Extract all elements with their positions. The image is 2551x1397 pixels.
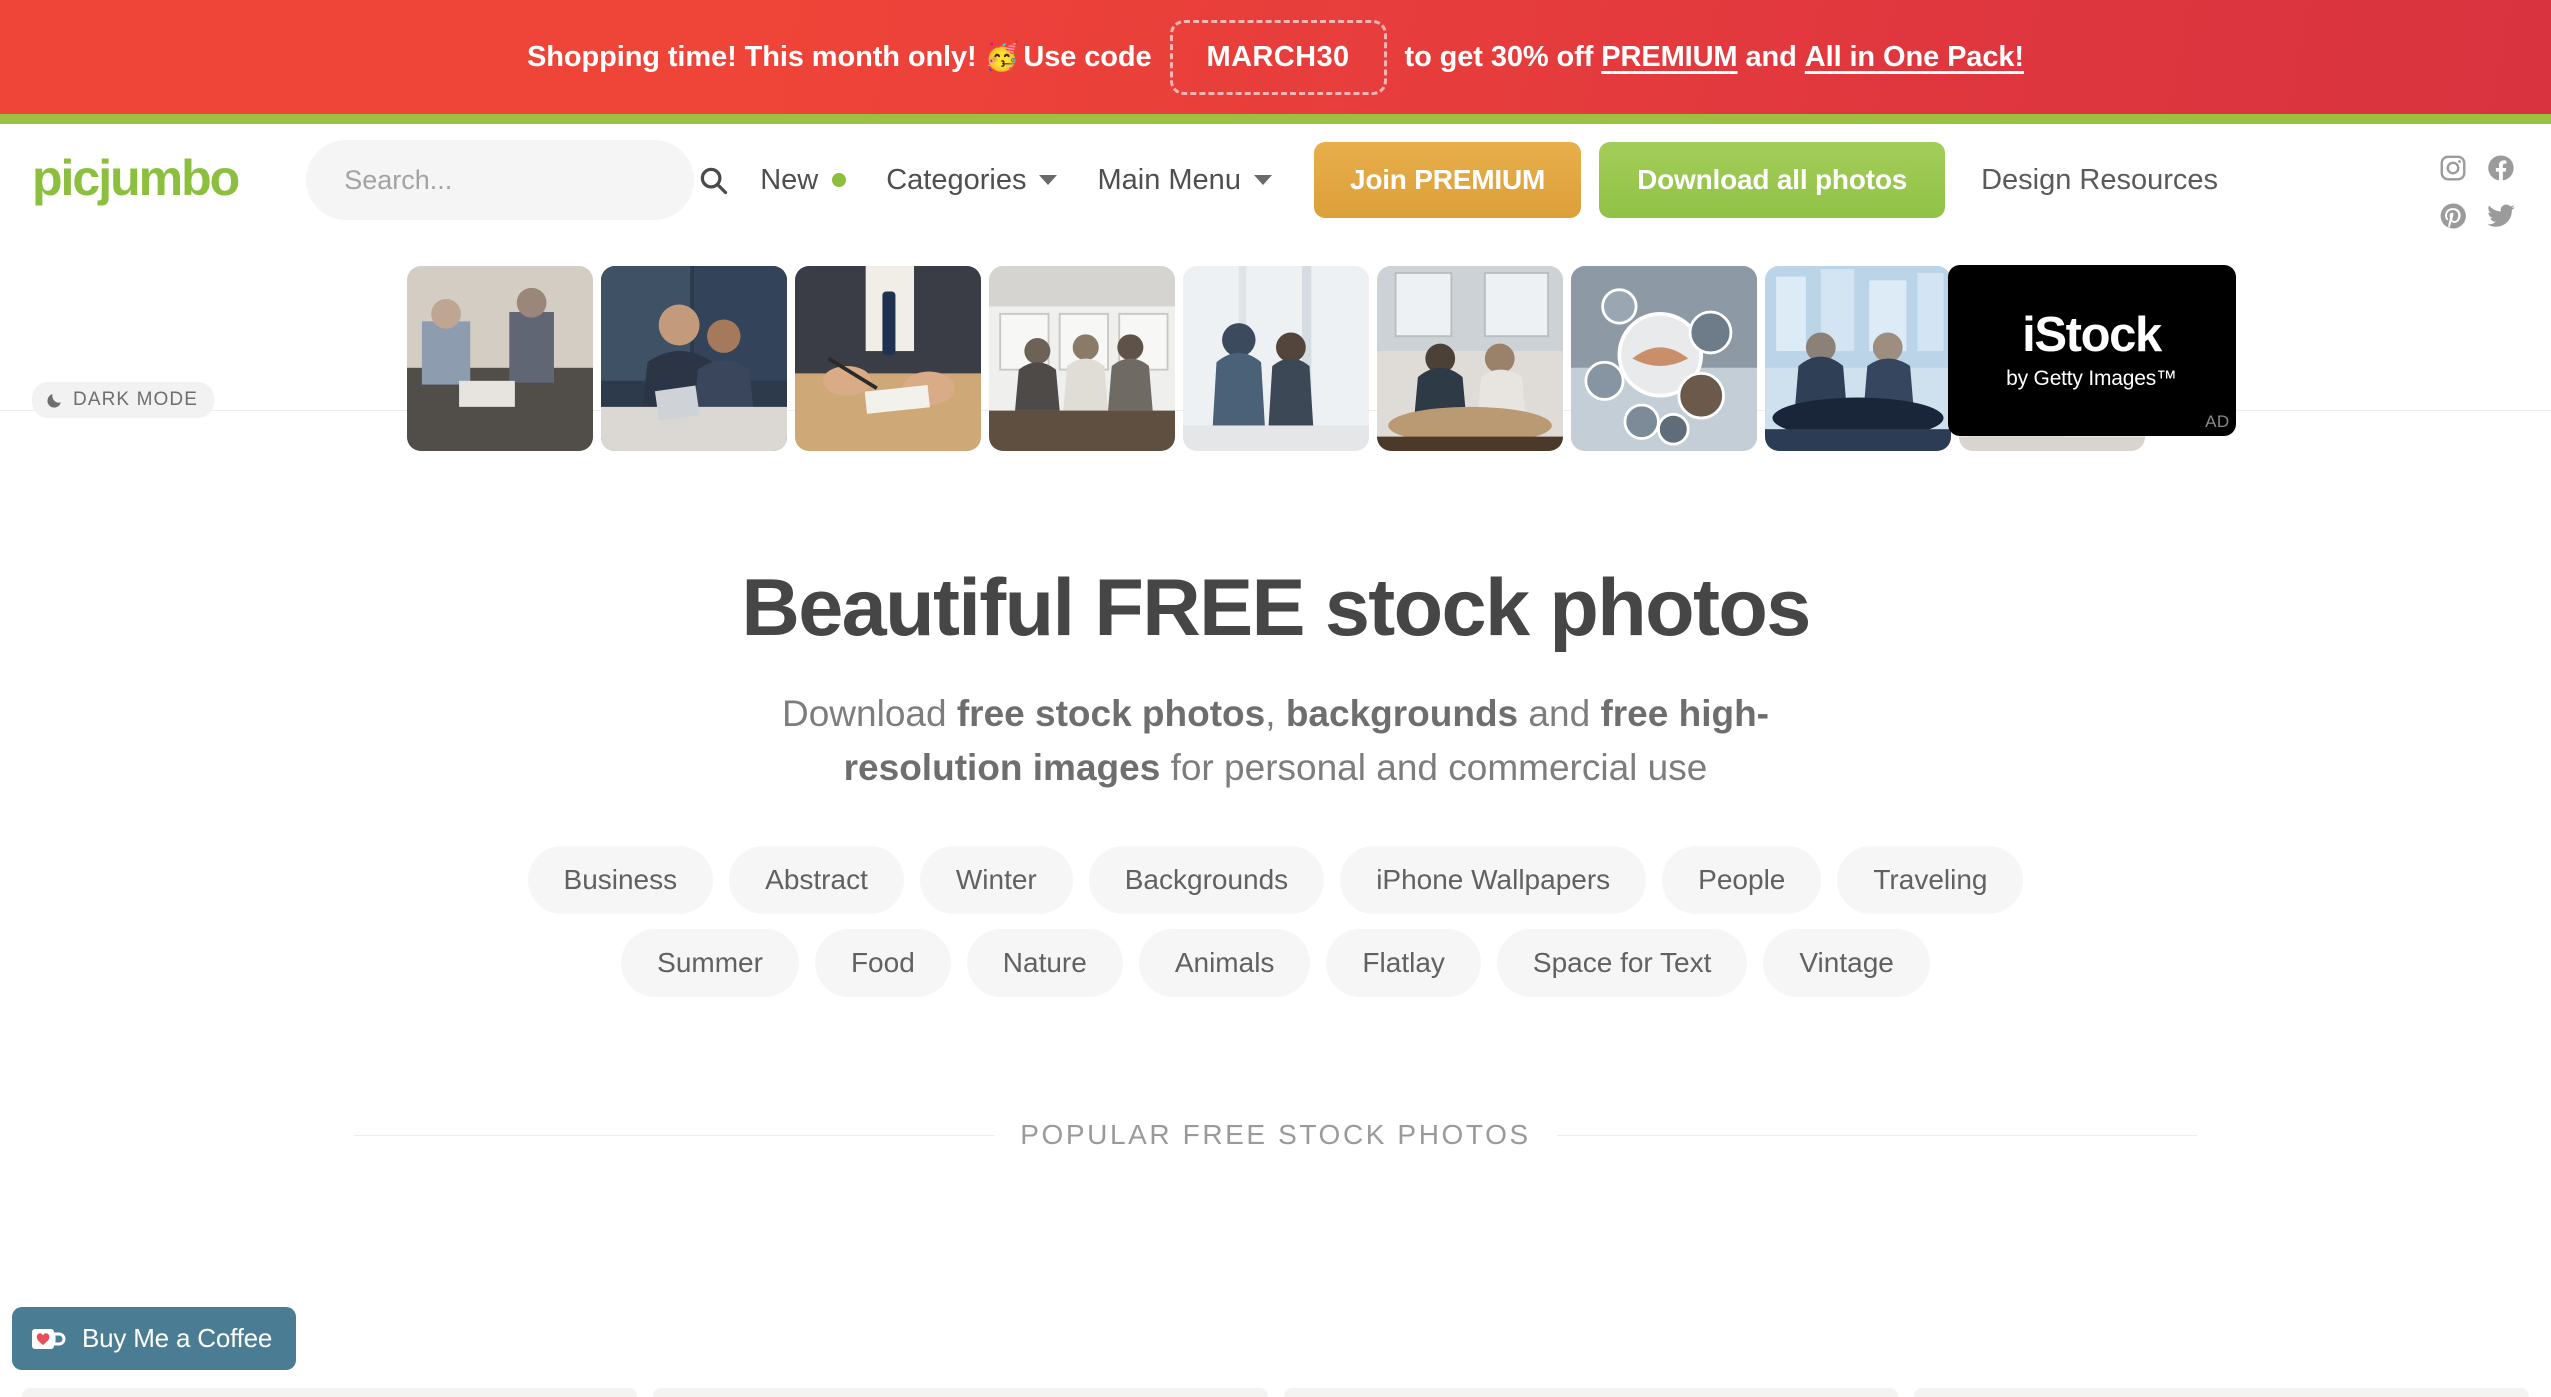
nav-item-categories-label: Categories [886,163,1027,196]
popular-section-label: POPULAR FREE STOCK PHOTOS [1020,1119,1531,1151]
site-header: picjumbo New Categories Main Menu Join P… [0,124,2551,418]
promo-code-badge[interactable]: MARCH30 [1169,19,1387,95]
ad-thumbnail[interactable] [988,265,1175,451]
tag-backgrounds[interactable]: Backgrounds [1088,846,1325,915]
coffee-cup-heart-icon [32,1328,66,1349]
join-premium-button[interactable]: Join PREMIUM [1313,142,1582,218]
moon-icon [47,393,61,408]
hero-sub-bold2: backgrounds [1285,693,1519,735]
hero-sub-part2: , [1265,693,1286,735]
promo-use-code-label: Use code [1023,40,1152,73]
category-tag-cloud: Business Abstract Winter Backgrounds iPh… [0,846,2551,998]
ad-thumbnail[interactable] [406,265,593,451]
tag-nature[interactable]: Nature [966,929,1123,998]
design-resources-link[interactable]: Design Resources [1981,164,2218,197]
category-tag-row-2: Summer Food Nature Animals Flatlay Space… [0,929,2551,998]
tag-space-for-text[interactable]: Space for Text [1496,929,1748,998]
site-logo[interactable]: picjumbo [32,153,240,207]
ad-thumbnail[interactable] [794,265,981,451]
hero-sub-part3: and [1518,693,1601,735]
pinterest-icon[interactable] [2438,201,2468,231]
buy-me-a-coffee-label: Buy Me a Coffee [82,1323,273,1353]
tag-animals[interactable]: Animals [1138,929,1311,998]
photo-grid-cell[interactable] [1914,1388,2529,1397]
primary-navigation: New Categories Main Menu [740,164,1292,197]
nav-item-new[interactable]: New [740,164,866,197]
tag-flatlay[interactable]: Flatlay [1326,929,1481,998]
nav-item-main-menu-label: Main Menu [1097,163,1241,196]
dark-mode-label: DARK MODE [73,389,198,410]
search-icon[interactable] [698,165,728,195]
photo-grid-cell[interactable] [1283,1388,1899,1397]
ad-thumbnail[interactable] [1182,265,1369,451]
social-links [2429,144,2525,240]
chevron-down-icon [1039,175,1058,185]
dark-mode-toggle[interactable]: DARK MODE [32,382,214,418]
sponsored-thumbnail-strip: iStock by Getty Images™ AD [0,258,2551,458]
new-indicator-dot [832,173,847,187]
promo-premium-link[interactable]: PREMIUM [1601,41,1737,74]
green-accent-bar [0,114,2551,124]
twitter-icon[interactable] [2486,201,2516,231]
instagram-icon[interactable] [2438,153,2468,183]
istock-logo-text: iStock [2022,307,2162,362]
promo-text-middle: to get 30% off [1404,40,1594,73]
popular-section-header: POPULAR FREE STOCK PHOTOS [0,1119,2551,1151]
nav-item-main-menu[interactable]: Main Menu [1077,164,1291,197]
istock-sponsor-card[interactable]: iStock by Getty Images™ AD [1947,265,2236,436]
ad-thumbnail[interactable] [600,265,787,451]
istock-tagline: by Getty Images™ [2006,366,2177,390]
nav-item-new-label: New [760,163,819,196]
tag-summer[interactable]: Summer [621,929,799,998]
hero-sub-bold1: free stock photos [956,693,1266,735]
nav-item-categories[interactable]: Categories [866,164,1077,197]
tag-food[interactable]: Food [814,929,951,998]
page-title: Beautiful FREE stock photos [741,563,1811,653]
hero-sub-part1: Download [782,693,957,735]
tag-traveling[interactable]: Traveling [1837,846,2024,915]
photo-grid-cell[interactable] [652,1388,1268,1397]
promo-message: Shopping time! This month only! 🥳 Use co… [527,19,2024,95]
tag-iphone-wallpapers[interactable]: iPhone Wallpapers [1340,846,1647,915]
party-face-emoji: 🥳 [984,41,1020,72]
section-divider-right [1556,1134,2197,1136]
search-bar[interactable] [306,140,728,220]
tag-people[interactable]: People [1662,846,1822,915]
tag-business[interactable]: Business [527,846,714,915]
ad-thumbnail[interactable] [1764,265,1951,451]
ad-thumbnail[interactable] [1570,265,1757,451]
tag-winter[interactable]: Winter [919,846,1073,915]
promo-text-and: and [1745,40,1797,73]
download-all-photos-button[interactable]: Download all photos [1599,142,1946,218]
promo-allinone-link[interactable]: All in One Pack! [1805,41,2024,74]
hero-section: Beautiful FREE stock photos Download fre… [0,563,2551,998]
facebook-icon[interactable] [2486,153,2516,183]
section-divider-left [354,1134,995,1136]
photo-grid-cell[interactable] [22,1388,637,1397]
tag-abstract[interactable]: Abstract [729,846,904,915]
photo-grid-preview [0,1388,2551,1397]
promo-text-before: Shopping time! This month only! [527,40,977,73]
hero-subtitle: Download free stock photos, backgrounds … [706,687,1846,794]
promo-banner: Shopping time! This month only! 🥳 Use co… [0,0,2551,114]
tag-vintage[interactable]: Vintage [1763,929,1930,998]
search-input[interactable] [344,164,699,196]
ad-thumbnail[interactable] [1376,265,1563,451]
ad-badge: AD [2205,412,2230,431]
chevron-down-icon [1253,175,1272,185]
hero-sub-part4: for personal and commercial use [1160,746,1708,788]
category-tag-row-1: Business Abstract Winter Backgrounds iPh… [0,846,2551,915]
buy-me-a-coffee-button[interactable]: Buy Me a Coffee [12,1307,297,1370]
